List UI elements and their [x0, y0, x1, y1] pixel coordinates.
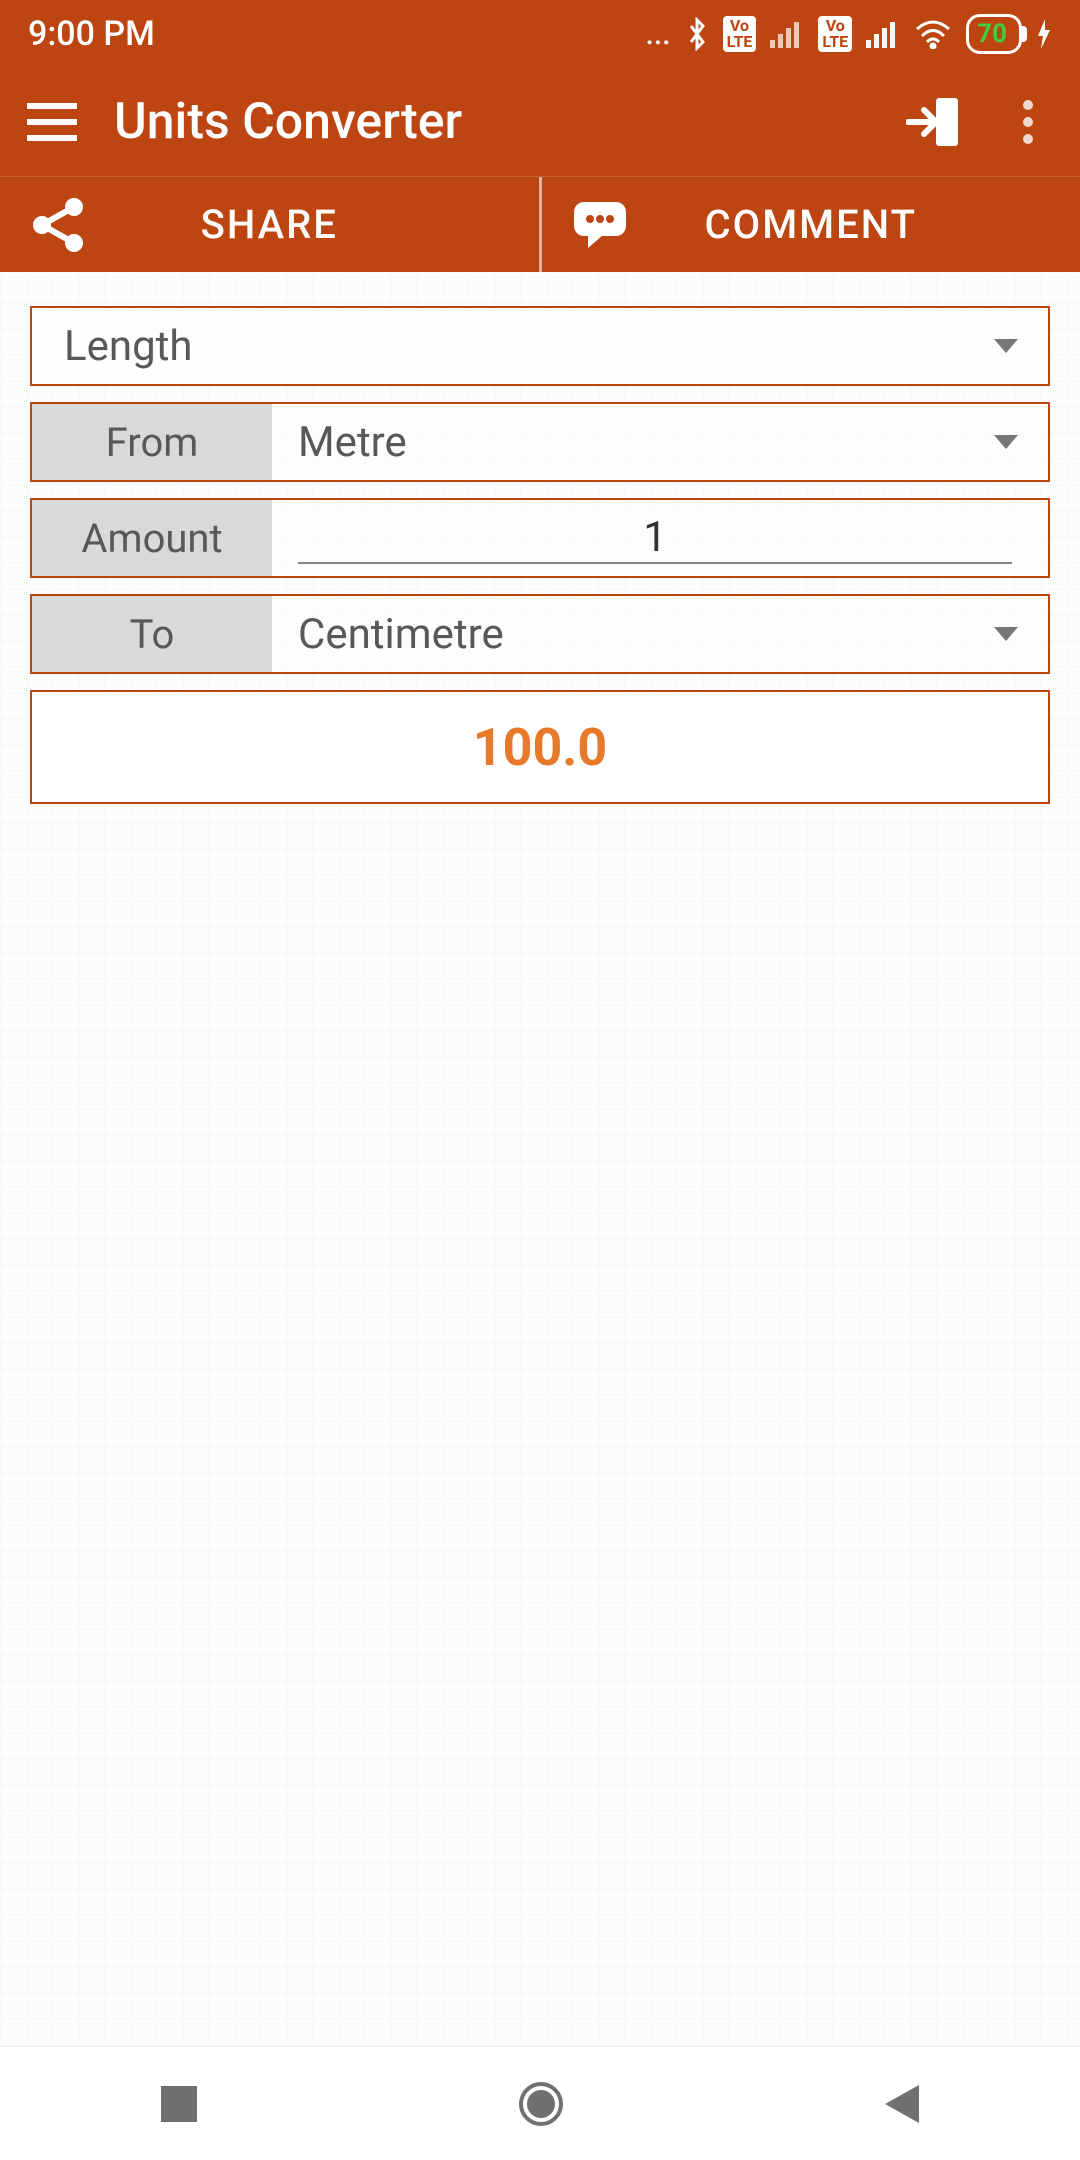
amount-row: Amount	[30, 498, 1050, 578]
hamburger-menu-icon[interactable]	[20, 103, 84, 141]
volte-icon-2: VoLTE	[818, 16, 852, 52]
chevron-down-icon	[994, 339, 1018, 353]
bluetooth-icon	[685, 17, 709, 51]
to-value: Centimetre	[298, 610, 504, 659]
share-label: SHARE	[201, 201, 338, 248]
wifi-icon	[914, 19, 952, 49]
overflow-menu-icon[interactable]	[996, 100, 1060, 144]
recent-apps-button[interactable]	[161, 2086, 197, 2122]
to-row[interactable]: To Centimetre	[30, 594, 1050, 674]
from-row[interactable]: From Metre	[30, 402, 1050, 482]
home-button[interactable]	[518, 2081, 564, 2127]
more-dots-icon: ...	[646, 17, 671, 52]
share-tab[interactable]: SHARE	[0, 177, 542, 272]
result-box: 100.0	[30, 690, 1050, 804]
result-value: 100.0	[473, 717, 607, 778]
status-icons: ... VoLTE VoLTE 70	[646, 14, 1052, 54]
share-icon	[30, 197, 86, 253]
comment-tab[interactable]: COMMENT	[542, 177, 1080, 272]
system-nav-bar	[0, 2046, 1080, 2160]
exit-icon[interactable]	[902, 96, 966, 148]
app-title: Units Converter	[114, 93, 872, 151]
app-bar: Units Converter	[0, 68, 1080, 176]
charging-icon	[1036, 19, 1052, 49]
content-area: Length From Metre Amount To Centimetre 1…	[0, 272, 1080, 2046]
signal-icon-2	[866, 20, 900, 48]
category-value: Length	[64, 322, 193, 371]
category-select[interactable]: Length	[30, 306, 1050, 386]
status-bar: 9:00 PM ... VoLTE VoLTE 70	[0, 0, 1080, 68]
back-button[interactable]	[885, 2085, 919, 2123]
tab-bar: SHARE COMMENT	[0, 176, 1080, 272]
from-label: From	[32, 404, 272, 480]
status-time: 9:00 PM	[28, 14, 155, 54]
battery-icon: 70	[966, 14, 1022, 54]
from-value: Metre	[298, 418, 407, 467]
to-label: To	[32, 596, 272, 672]
signal-icon-1	[770, 20, 804, 48]
volte-icon-1: VoLTE	[723, 16, 757, 52]
amount-label: Amount	[32, 500, 272, 576]
comment-icon	[572, 200, 628, 250]
comment-label: COMMENT	[705, 201, 917, 248]
chevron-down-icon	[994, 627, 1018, 641]
chevron-down-icon	[994, 435, 1018, 449]
amount-input[interactable]	[298, 513, 1012, 564]
